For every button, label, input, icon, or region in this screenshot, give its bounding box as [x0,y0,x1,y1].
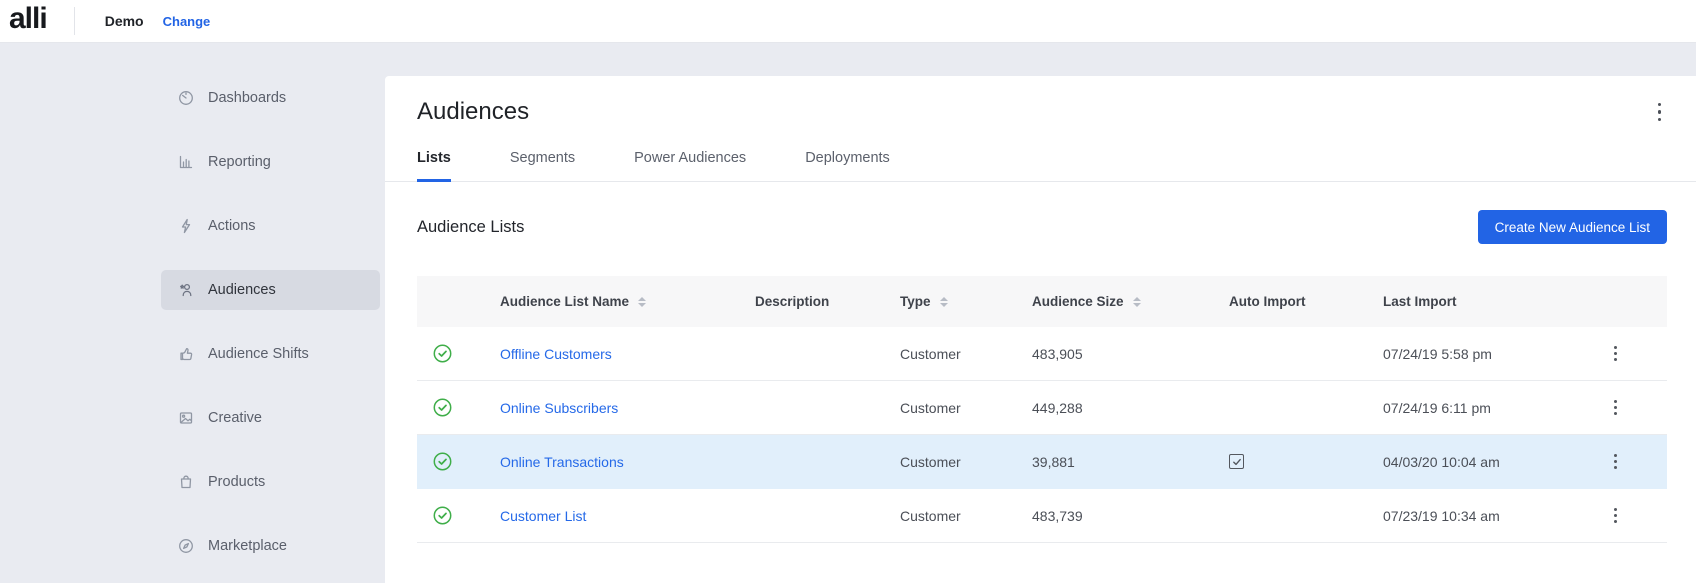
table-body: Offline CustomersCustomer483,90507/24/19… [417,327,1667,543]
sidebar-item-label: Audience Shifts [208,346,309,362]
sort-icon[interactable] [940,297,948,307]
sort-icon[interactable] [638,297,646,307]
status-active-icon [433,452,452,471]
audience-list-link[interactable]: Online Subscribers [500,400,618,416]
column-header-label: Type [900,294,931,309]
column-header-auto_import: Auto Import [1229,294,1383,309]
page-title: Audiences [417,98,529,126]
last-import-cell: 07/23/19 10:34 am [1383,508,1596,524]
sidebar-item-dashboards[interactable]: Dashboards [161,78,380,118]
audience-list-link[interactable]: Offline Customers [500,346,612,362]
shopping-bag-icon [178,474,194,490]
status-active-icon [433,344,452,363]
sidebar-item-products[interactable]: Products [161,462,380,502]
table-row: Online Transactions Customer39,881 04/03/2… [417,435,1667,489]
column-header-last_import: Last Import [1383,294,1596,309]
bar-chart-icon [178,154,194,170]
sidebar-item-creative[interactable]: Creative [161,398,380,438]
tab-segments[interactable]: Segments [510,150,575,182]
sidebar-item-label: Marketplace [208,538,287,554]
row-overflow-menu-icon[interactable] [1610,450,1621,473]
people-icon [178,282,194,298]
compass-icon [178,538,194,554]
auto-import-checkbox[interactable] [1229,454,1244,469]
sidebar-nav: Dashboards Reporting Actions Audiences Audie… [161,78,380,566]
sort-icon[interactable] [1133,297,1141,307]
top-bar: alli Demo Change [0,0,1696,43]
sidebar-item-label: Audiences [208,282,276,298]
sidebar-item-marketplace[interactable]: Marketplace [161,526,380,566]
last-import-cell: 07/24/19 5:58 pm [1383,346,1596,362]
column-header-name[interactable]: Audience List Name [500,294,755,309]
table-row: Customer List Customer483,739 07/23/19 10:… [417,489,1667,543]
sidebar-item-label: Creative [208,410,262,426]
type-cell: Customer [900,346,1032,362]
column-header-label: Audience Size [1032,294,1124,309]
page-overflow-menu-icon[interactable] [1652,99,1668,126]
main-panel: Audiences Lists Segments Power Audiences De… [385,76,1696,583]
status-active-icon [433,506,452,525]
column-header-label: Audience List Name [500,294,629,309]
status-active-icon [433,398,452,417]
column-header-type[interactable]: Type [900,294,1032,309]
sidebar-item-audience-shifts[interactable]: Audience Shifts [161,334,380,374]
sidebar-item-audiences[interactable]: Audiences [161,270,380,310]
dashboard-gauge-icon [178,90,194,106]
section-header: Audience Lists Create New Audience List [385,182,1696,244]
tab-power-audiences[interactable]: Power Audiences [634,150,746,182]
audience-size-cell: 39,881 [1032,454,1229,470]
row-overflow-menu-icon[interactable] [1610,342,1621,365]
row-overflow-menu-icon[interactable] [1610,504,1621,527]
table-row: Online Subscribers Customer449,288 07/24/1… [417,381,1667,435]
last-import-cell: 04/03/20 10:04 am [1383,454,1596,470]
column-header-size[interactable]: Audience Size [1032,294,1229,309]
auto-import-cell [1229,454,1383,469]
type-cell: Customer [900,454,1032,470]
audience-size-cell: 449,288 [1032,400,1229,416]
table-row: Offline Customers Customer483,905 07/24/19… [417,327,1667,381]
topbar-divider [74,7,75,35]
section-title: Audience Lists [417,218,524,237]
audience-list-link[interactable]: Customer List [500,508,586,524]
column-header-label: Description [755,294,829,309]
audience-size-cell: 483,905 [1032,346,1229,362]
page-body: DashboardsReportingActionsAudiencesAudie… [0,43,1696,583]
column-header-label: Auto Import [1229,294,1306,309]
tab-deployments[interactable]: Deployments [805,150,890,182]
column-header-description: Description [755,294,900,309]
sidebar-item-reporting[interactable]: Reporting [161,142,380,182]
thumbs-up-icon [178,346,194,362]
lightning-icon [178,218,194,234]
sidebar: Dashboards Reporting Actions Audiences Audie… [0,43,385,583]
page-header: Audiences [385,76,1696,126]
sidebar-item-label: Actions [208,218,256,234]
type-cell: Customer [900,400,1032,416]
sidebar-item-label: Products [208,474,265,490]
sidebar-item-label: Reporting [208,154,271,170]
tab-lists[interactable]: Lists [417,150,451,182]
sidebar-item-label: Dashboards [208,90,286,106]
tab-bar: Lists Segments Power Audiences Deployments [385,150,1696,182]
sidebar-item-actions[interactable]: Actions [161,206,380,246]
audience-size-cell: 483,739 [1032,508,1229,524]
change-account-link[interactable]: Change [163,14,211,29]
audience-lists-table: Audience List Name Description Type Audienc… [417,276,1667,543]
image-icon [178,410,194,426]
column-header-label: Last Import [1383,294,1457,309]
audience-list-link[interactable]: Online Transactions [500,454,624,470]
alli-logo: alli [9,4,47,38]
table-header-row: Audience List Name Description Type Audienc… [417,276,1667,327]
last-import-cell: 07/24/19 6:11 pm [1383,400,1596,416]
create-new-audience-list-button[interactable]: Create New Audience List [1478,210,1667,244]
type-cell: Customer [900,508,1032,524]
account-name: Demo [105,13,144,29]
row-overflow-menu-icon[interactable] [1610,396,1621,419]
